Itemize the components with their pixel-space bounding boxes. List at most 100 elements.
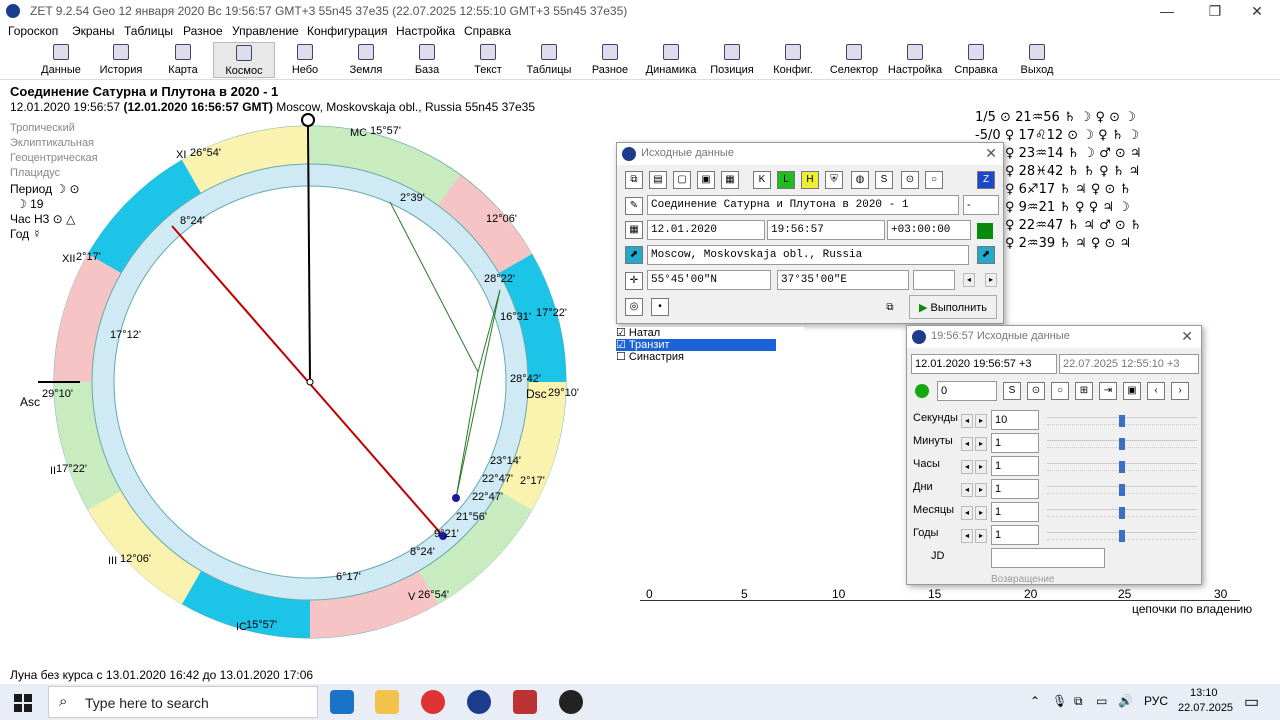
planet-point[interactable]	[452, 494, 460, 502]
s-icon[interactable]: S	[875, 171, 893, 189]
years-input[interactable]: 1	[991, 525, 1039, 545]
toolbar-data-button[interactable]: Данные	[30, 42, 92, 78]
globe-icon[interactable]: ◍	[851, 171, 869, 189]
longitude-input[interactable]: 37°35'00"E	[777, 270, 909, 290]
timezone-input[interactable]: +03:00:00	[887, 220, 971, 240]
close-button[interactable]: ✕	[1234, 0, 1280, 22]
next-arrow[interactable]: ▸	[985, 273, 997, 287]
toolbar-sky-button[interactable]: Небо	[274, 42, 336, 78]
forward-icon[interactable]: ›	[1171, 382, 1189, 400]
circle-dot-icon[interactable]: ⊙	[1027, 382, 1045, 400]
toolbar-selector-button[interactable]: Селектор	[823, 42, 885, 78]
toolbar-tables-button[interactable]: Таблицы	[518, 42, 580, 78]
l-icon[interactable]: L	[777, 171, 795, 189]
list-item[interactable]: ☑ Натал	[616, 327, 804, 339]
menu-control[interactable]: Управление	[232, 24, 299, 38]
recorder-icon[interactable]	[559, 690, 583, 714]
minutes-inc[interactable]: ▸	[975, 437, 987, 451]
toolbar-earth-button[interactable]: Земля	[335, 42, 397, 78]
seconds-inc[interactable]: ▸	[975, 414, 987, 428]
hours-input[interactable]: 1	[991, 456, 1039, 476]
circle-icon[interactable]: ○	[1051, 382, 1069, 400]
edge-icon[interactable]	[330, 690, 354, 714]
menu-misc[interactable]: Разное	[183, 24, 223, 38]
months-input[interactable]: 1	[991, 502, 1039, 522]
toolbar-misc-button[interactable]: Разное	[579, 42, 641, 78]
clock-date[interactable]: 22.07.2025	[1178, 702, 1233, 714]
file-explorer-icon[interactable]	[375, 690, 399, 714]
close-icon[interactable]: ✕	[985, 145, 997, 162]
menu-horoscope[interactable]: Гороскоп	[8, 24, 58, 38]
menu-tables[interactable]: Таблицы	[124, 24, 173, 38]
k-icon[interactable]: K	[753, 171, 771, 189]
winrar-icon[interactable]	[513, 690, 537, 714]
toolbar-map-button[interactable]: Карта	[152, 42, 214, 78]
toolbar-text-button[interactable]: Текст	[457, 42, 519, 78]
time-input[interactable]: 19:56:57	[767, 220, 885, 240]
back-icon[interactable]: ‹	[1147, 382, 1165, 400]
calendar-icon[interactable]: ▦	[721, 171, 739, 189]
copy-icon[interactable]: ⧉	[625, 171, 643, 189]
h-icon[interactable]: H	[801, 171, 819, 189]
chart-wheel[interactable]: 15°57' 26°54' 8°24' 2°39' 12°06' 2°17' 2…	[20, 110, 620, 650]
circle-dot-icon[interactable]: ⊙	[901, 171, 919, 189]
save-icon[interactable]: ▣	[697, 171, 715, 189]
slider-thumb[interactable]	[1119, 438, 1125, 450]
altitude-input[interactable]	[913, 270, 955, 290]
slider-thumb[interactable]	[1119, 484, 1125, 496]
slider-thumb[interactable]	[1119, 507, 1125, 519]
chrome-icon[interactable]	[421, 690, 445, 714]
jd-input[interactable]	[991, 548, 1105, 568]
battery-icon[interactable]: ▭	[1096, 694, 1107, 708]
volume-icon[interactable]: 🔊	[1118, 694, 1133, 708]
taskbar-search[interactable]: ⌕ Type here to search	[48, 686, 318, 718]
new-icon[interactable]: ▢	[673, 171, 691, 189]
z-icon[interactable]: Z	[977, 171, 995, 189]
minutes-input[interactable]: 1	[991, 433, 1039, 453]
minutes-dec[interactable]: ◂	[961, 437, 973, 451]
toolbar-help-button[interactable]: Справка	[945, 42, 1007, 78]
step-input[interactable]: 0	[937, 381, 997, 401]
dot-icon[interactable]: •	[651, 298, 669, 316]
close-icon[interactable]: ✕	[1181, 328, 1193, 345]
s-icon[interactable]: S	[1003, 382, 1021, 400]
copy-data-icon[interactable]: ⧉	[881, 300, 899, 318]
hours-inc[interactable]: ▸	[975, 460, 987, 474]
export-icon[interactable]: ⇥	[1099, 382, 1117, 400]
return-label[interactable]: Возвращение	[991, 574, 1055, 585]
toolbar-dynamics-button[interactable]: Динамика	[640, 42, 702, 78]
months-dec[interactable]: ◂	[961, 506, 973, 520]
shield-icon[interactable]: ⛨	[825, 171, 843, 189]
hours-dec[interactable]: ◂	[961, 460, 973, 474]
paste-icon[interactable]: ▤	[649, 171, 667, 189]
radar-icon[interactable]: ◎	[625, 298, 643, 316]
list-item[interactable]: ☐ Синастрия	[616, 351, 804, 363]
windows-start-icon[interactable]	[14, 694, 32, 712]
seconds-input[interactable]: 10	[991, 410, 1039, 430]
type-select[interactable]: -	[963, 195, 999, 215]
menu-settings[interactable]: Настройка	[396, 24, 455, 38]
menu-screens[interactable]: Экраны	[72, 24, 114, 38]
language-indicator[interactable]: РУС	[1144, 694, 1168, 708]
slider-thumb[interactable]	[1119, 530, 1125, 542]
toolbar-exit-button[interactable]: Выход	[1006, 42, 1068, 78]
days-slider[interactable]	[1047, 484, 1197, 496]
toolbar-cosmos-button[interactable]: Космос	[213, 42, 275, 78]
months-slider[interactable]	[1047, 507, 1197, 519]
map-picker-icon[interactable]: ⬈	[977, 246, 995, 264]
clock-time[interactable]: 13:10	[1190, 687, 1218, 699]
toolbar-config-button[interactable]: Конфиг.	[762, 42, 824, 78]
months-inc[interactable]: ▸	[975, 506, 987, 520]
chart-name-input[interactable]: Соединение Сатурна и Плутона в 2020 - 1	[647, 195, 959, 215]
microphone-icon[interactable]: 🎙	[1052, 694, 1067, 708]
save-icon[interactable]: ▣	[1123, 382, 1141, 400]
start-icon[interactable]	[915, 384, 929, 398]
days-dec[interactable]: ◂	[961, 483, 973, 497]
seconds-dec[interactable]: ◂	[961, 414, 973, 428]
maximize-button[interactable]: ❐	[1192, 0, 1238, 22]
notifications-icon[interactable]: ▭	[1244, 692, 1259, 712]
years-inc[interactable]: ▸	[975, 529, 987, 543]
place-input[interactable]: Moscow, Moskovskaja obl., Russia	[647, 245, 969, 265]
slider-thumb[interactable]	[1119, 461, 1125, 473]
prev-arrow[interactable]: ◂	[963, 273, 975, 287]
